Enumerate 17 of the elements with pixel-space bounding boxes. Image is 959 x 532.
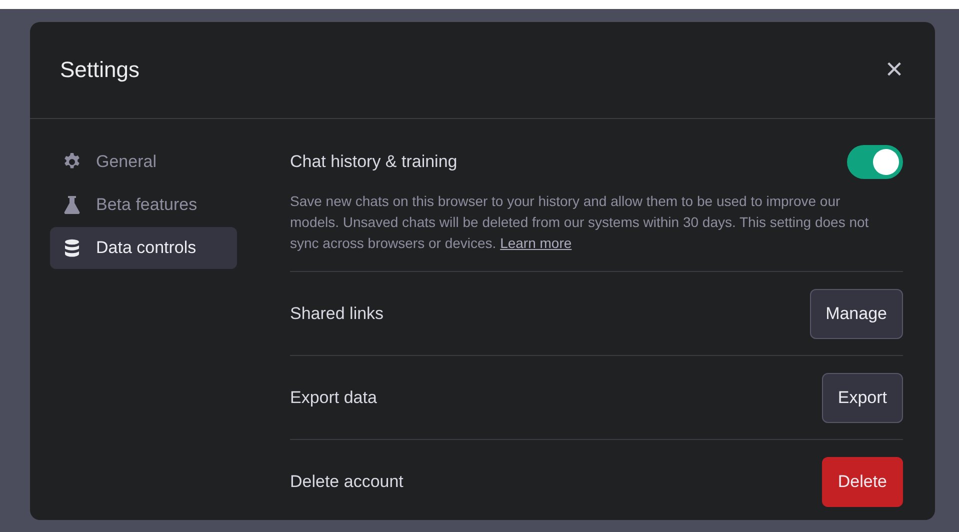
setting-label: Export data <box>290 388 377 408</box>
learn-more-link[interactable]: Learn more <box>500 235 572 251</box>
dialog-title: Settings <box>60 57 140 83</box>
setting-label: Chat history & training <box>290 152 458 172</box>
sidebar-item[interactable]: General <box>50 141 237 183</box>
setting-label: Shared links <box>290 304 384 324</box>
sidebar-item[interactable]: Beta features <box>50 184 237 226</box>
action-button[interactable]: Manage <box>810 288 903 338</box>
flask-icon <box>62 195 82 215</box>
setting-description: Save new chats on this browser to your history and allow them to be used to improve our models. Unsaved chats will be deleted from our systems within 30 days. This setting does not sync across browsers or devices. Learn more <box>290 192 870 253</box>
setting-label: Delete account <box>290 472 404 492</box>
close-button[interactable]: × <box>883 55 905 85</box>
sidebar-item[interactable]: Data controls <box>50 227 237 269</box>
delete-button[interactable]: Delete <box>822 456 903 506</box>
toggle-switch[interactable] <box>847 145 903 179</box>
database-icon <box>62 238 82 258</box>
action-button[interactable]: Export <box>822 372 903 422</box>
